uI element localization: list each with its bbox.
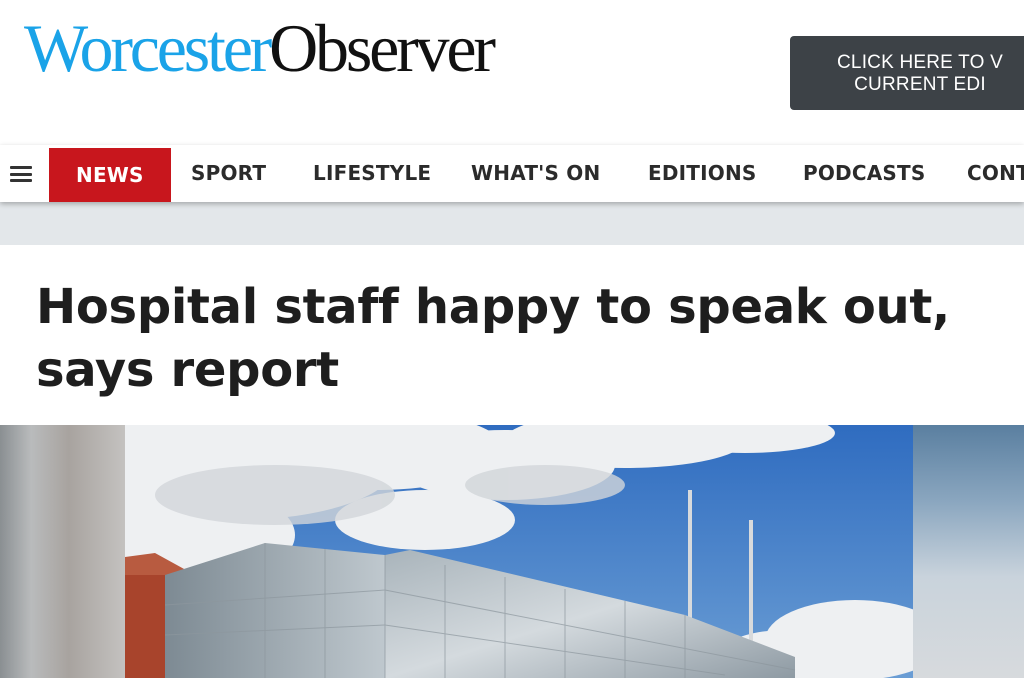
edition-button-line1: CLICK HERE TO V: [837, 52, 1003, 73]
nav-item-editions[interactable]: EDITIONS: [648, 145, 757, 202]
edition-button-line2: CURRENT EDI: [854, 74, 986, 95]
main-nav: NEWS SPORT LIFESTYLE WHAT'S ON EDITIONS …: [0, 145, 1024, 202]
hero-image[interactable]: [0, 425, 1024, 678]
hero-blur-left: [0, 425, 125, 678]
nav-item-contact[interactable]: CONT: [967, 145, 1024, 202]
nav-item-news[interactable]: NEWS: [49, 148, 171, 202]
nav-item-sport[interactable]: SPORT: [191, 145, 266, 202]
current-edition-button[interactable]: CLICK HERE TO V CURRENT EDI: [790, 36, 1024, 110]
nav-item-whats-on[interactable]: WHAT'S ON: [471, 145, 600, 202]
logo-observer: Observer: [269, 10, 496, 86]
ad-band: [0, 202, 1024, 245]
hospital-building-photo: [125, 425, 913, 678]
site-header: WorcesterObserver CLICK HERE TO V CURREN…: [0, 0, 1024, 145]
nav-item-podcasts[interactable]: PODCASTS: [803, 145, 925, 202]
hero-blur-right: [913, 425, 1024, 678]
nav-item-lifestyle[interactable]: LIFESTYLE: [313, 145, 431, 202]
logo-worcester: Worcester: [24, 10, 272, 86]
hamburger-menu-icon[interactable]: [10, 166, 32, 182]
article-headline: Hospital staff happy to speak out, says …: [36, 279, 950, 398]
site-logo[interactable]: WorcesterObserver: [24, 14, 496, 82]
